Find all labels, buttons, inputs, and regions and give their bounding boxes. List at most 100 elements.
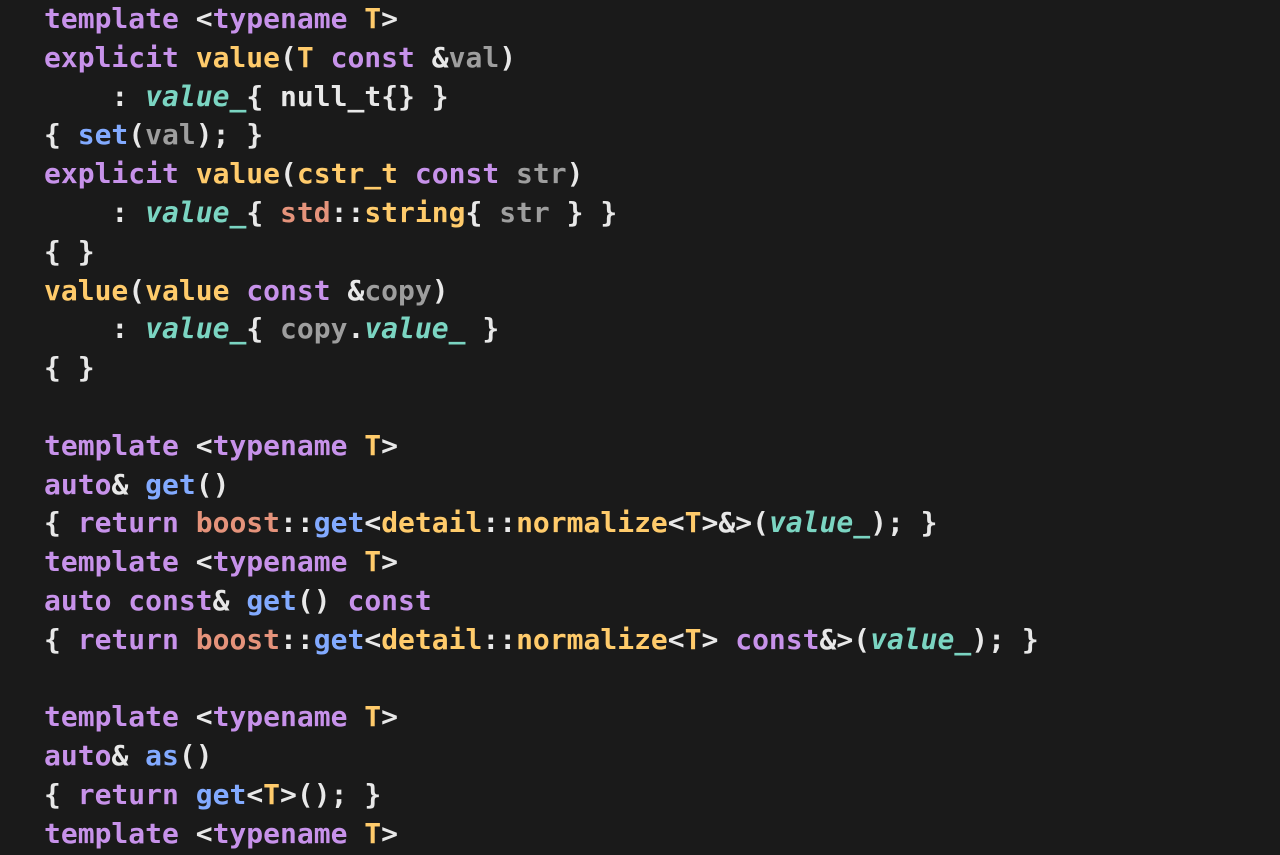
- code-token: ); }: [870, 506, 937, 539]
- code-token: return: [78, 778, 196, 811]
- code-token: value_: [145, 196, 246, 229]
- code-token: <: [364, 506, 381, 539]
- code-token: {} }: [381, 80, 448, 113]
- code-token: get: [196, 778, 247, 811]
- code-token: detail: [381, 506, 482, 539]
- code-line: { return get<T>(); }: [44, 778, 381, 811]
- code-token: typename: [213, 2, 365, 35]
- code-token: const: [347, 584, 431, 617]
- code-token: ); }: [196, 118, 263, 151]
- code-token: typename: [213, 545, 365, 578]
- code-token: {: [465, 196, 499, 229]
- code-token: copy: [280, 312, 347, 345]
- code-token: typename: [213, 429, 365, 462]
- code-token: T: [364, 700, 381, 733]
- code-token: {: [44, 778, 78, 811]
- code-token: &>(: [820, 623, 871, 656]
- code-token: <: [196, 817, 213, 850]
- code-token: detail: [381, 623, 482, 656]
- code-token: }: [465, 312, 499, 345]
- code-token: value_: [145, 80, 246, 113]
- code-token: val: [449, 41, 500, 74]
- code-token: set: [78, 118, 129, 151]
- code-token: (: [128, 118, 145, 151]
- code-line: value(value const &copy): [44, 274, 449, 307]
- code-token: const: [128, 584, 212, 617]
- code-token: {: [246, 312, 280, 345]
- code-token: ::: [482, 623, 516, 656]
- code-token: null_t: [280, 80, 381, 113]
- code-token: <: [668, 623, 685, 656]
- code-token: .: [347, 312, 364, 345]
- code-token: T: [685, 623, 702, 656]
- code-token: {: [246, 196, 280, 229]
- code-token: :: [44, 80, 145, 113]
- code-token: &: [111, 468, 145, 501]
- code-token: auto: [44, 584, 128, 617]
- code-token: >: [702, 623, 736, 656]
- code-token: const: [735, 623, 819, 656]
- code-token: auto: [44, 739, 111, 772]
- code-token: const: [246, 274, 347, 307]
- code-token: template: [44, 545, 196, 578]
- code-token: value: [196, 157, 280, 190]
- code-token: template: [44, 700, 196, 733]
- code-token: { }: [44, 235, 95, 268]
- code-token: const: [415, 157, 516, 190]
- code-token: T: [364, 429, 381, 462]
- code-token: boost: [196, 623, 280, 656]
- code-line: { }: [44, 235, 95, 268]
- code-token: value_: [364, 312, 465, 345]
- code-token: normalize: [516, 506, 668, 539]
- code-token: return: [78, 623, 196, 656]
- code-block: template <typename T> explicit value(T c…: [0, 0, 1280, 854]
- code-line: template <typename T>: [44, 429, 398, 462]
- code-token: <: [196, 545, 213, 578]
- code-token: explicit: [44, 157, 196, 190]
- code-token: get: [246, 584, 297, 617]
- code-token: <: [196, 2, 213, 35]
- code-line: auto& get(): [44, 468, 229, 501]
- code-token: &: [432, 41, 449, 74]
- code-token: value: [196, 41, 280, 74]
- code-token: std: [280, 196, 331, 229]
- code-token: ::: [331, 196, 365, 229]
- code-token: &: [347, 274, 364, 307]
- code-token: copy: [364, 274, 431, 307]
- code-token: template: [44, 429, 196, 462]
- code-token: val: [145, 118, 196, 151]
- code-token: T: [297, 41, 331, 74]
- code-token: &: [111, 739, 145, 772]
- code-token: (: [280, 41, 297, 74]
- code-line: auto const& get() const: [44, 584, 432, 617]
- code-token: get: [314, 506, 365, 539]
- code-line: { return boost::get<detail::normalize<T>…: [44, 506, 938, 539]
- code-token: ); }: [971, 623, 1038, 656]
- code-line: : value_{ std::string{ str } }: [44, 196, 617, 229]
- code-token: ): [567, 157, 584, 190]
- code-token: typename: [213, 700, 365, 733]
- code-token: T: [364, 817, 381, 850]
- code-token: explicit: [44, 41, 196, 74]
- code-line: template <typename T>: [44, 2, 398, 35]
- code-token: >: [381, 700, 398, 733]
- code-token: <: [246, 778, 263, 811]
- code-token: ::: [280, 506, 314, 539]
- code-token: ): [432, 274, 449, 307]
- code-line: template <typename T>: [44, 817, 398, 850]
- code-token: value_: [769, 506, 870, 539]
- code-token: value_: [870, 623, 971, 656]
- code-token: str: [499, 196, 550, 229]
- code-token: {: [44, 623, 78, 656]
- code-token: (: [280, 157, 297, 190]
- code-token: value: [145, 274, 246, 307]
- code-token: >: [381, 817, 398, 850]
- code-token: normalize: [516, 623, 668, 656]
- code-line: template <typename T>: [44, 545, 398, 578]
- code-token: typename: [213, 817, 365, 850]
- code-token: >: [381, 429, 398, 462]
- code-token: str: [516, 157, 567, 190]
- code-token: auto: [44, 468, 111, 501]
- code-token: value: [44, 274, 128, 307]
- code-line: { set(val); }: [44, 118, 263, 151]
